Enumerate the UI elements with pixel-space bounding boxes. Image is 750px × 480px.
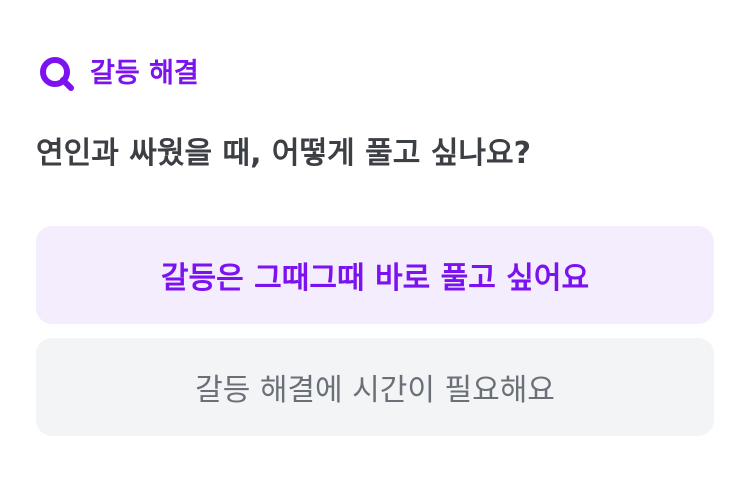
option-label: 갈등 해결에 시간이 필요해요 <box>195 373 555 408</box>
category-label: 갈등 해결 <box>90 58 199 89</box>
search-q-icon <box>38 55 76 93</box>
question-text: 연인과 싸웠을 때, 어떻게 풀고 싶나요? <box>36 136 532 171</box>
option-label: 갈등은 그때그때 바로 풀고 싶어요 <box>160 261 590 296</box>
question-card: 갈등 해결 연인과 싸웠을 때, 어떻게 풀고 싶나요? 갈등은 그때그때 바로… <box>0 0 750 480</box>
category-header: 갈등 해결 <box>38 55 199 93</box>
option-need-time[interactable]: 갈등 해결에 시간이 필요해요 <box>36 338 714 436</box>
option-resolve-immediately[interactable]: 갈등은 그때그때 바로 풀고 싶어요 <box>36 226 714 324</box>
